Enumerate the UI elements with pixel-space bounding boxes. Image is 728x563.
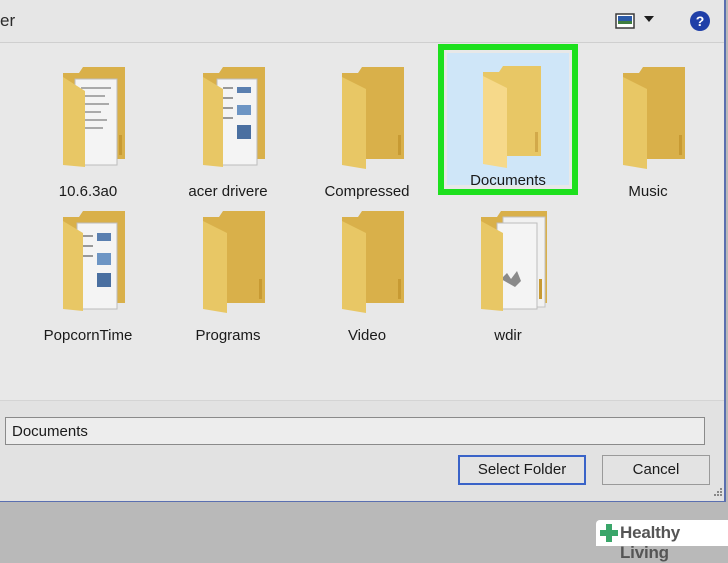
folder-label: Programs [195, 327, 261, 344]
dialog-toolbar: er ? [0, 0, 724, 43]
folder-label: Music [628, 183, 668, 200]
folder-grid: 10.6.3a0 acer drivere Compressed Documen… [0, 43, 724, 400]
folder-label: Compressed [324, 183, 410, 200]
folder-item-documents[interactable]: Documents [438, 44, 578, 195]
folder-icon [483, 66, 541, 168]
folder-documents-icon [481, 211, 547, 311]
folder-documents-icon [203, 67, 265, 167]
folder-label: wdir [494, 327, 522, 344]
folder-documents-icon [63, 67, 125, 167]
folder-item-video[interactable]: Video [297, 201, 437, 351]
resize-grip-icon[interactable] [713, 487, 723, 497]
dialog-title: er [0, 11, 16, 30]
folder-item-programs[interactable]: Programs [158, 201, 298, 351]
folder-item-10-6-3a0[interactable]: 10.6.3a0 [18, 57, 158, 207]
change-view-icon[interactable] [615, 13, 635, 29]
folder-icon [342, 67, 404, 169]
folder-label: Video [347, 327, 387, 344]
watermark: Healthy Living [596, 520, 728, 562]
folder-icon [342, 211, 404, 313]
folder-icon [203, 211, 265, 313]
watermark-text: Healthy Living [620, 523, 681, 562]
folder-name-field[interactable]: Documents [5, 417, 705, 445]
folder-item-wdir[interactable]: wdir [438, 201, 578, 351]
folder-label: Documents [470, 172, 546, 189]
chevron-down-icon[interactable] [644, 16, 654, 22]
help-button[interactable]: ? [690, 11, 710, 31]
folder-item-acer-drivere[interactable]: acer drivere [158, 57, 298, 207]
folder-item-compressed[interactable]: Compressed [297, 57, 437, 207]
cancel-button[interactable]: Cancel [602, 455, 710, 485]
select-folder-button[interactable]: Select Folder [458, 455, 586, 485]
folder-label: acer drivere [188, 183, 268, 200]
folder-label: PopcornTime [43, 327, 133, 344]
folder-picker-dialog: er ? 10.6.3a0 acer drivere Compressed Do… [0, 0, 726, 502]
folder-label: 10.6.3a0 [58, 183, 118, 200]
folder-item-popcorntime[interactable]: PopcornTime [18, 201, 158, 351]
folder-icon [623, 67, 685, 169]
folder-item-music[interactable]: Music [578, 57, 718, 207]
folder-documents-icon [63, 211, 125, 311]
health-cross-icon [600, 524, 618, 542]
dialog-footer: Documents Select Folder Cancel [0, 400, 724, 501]
